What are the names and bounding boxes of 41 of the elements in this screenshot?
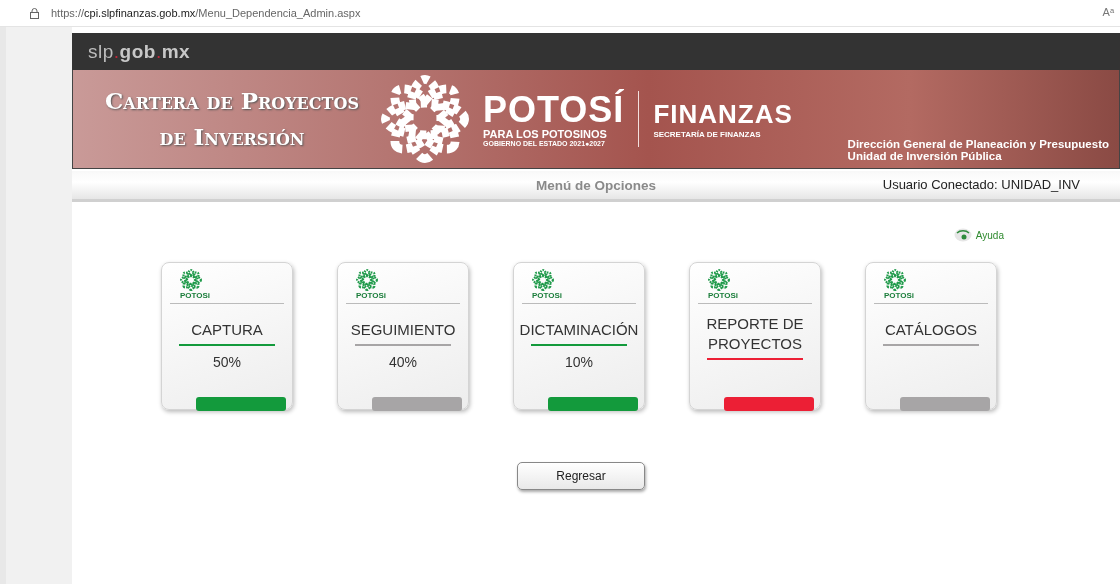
back-button[interactable]: Regresar [517, 462, 645, 490]
unit-name: Unidad de Inversión Pública [847, 150, 1003, 162]
menu-title: Menú de Opciones [536, 177, 656, 193]
card-label: DICTAMINACIÓN [518, 320, 640, 340]
site-logo-text: slp.gob.mx [88, 40, 191, 63]
menu-card[interactable]: POTOSi CATÁLOGOS [865, 262, 997, 410]
card-label: CATÁLOGOS [883, 320, 979, 340]
menu-card[interactable]: POTOSi CAPTURA 50% [161, 262, 293, 410]
menu-card[interactable]: POTOSi SEGUIMIENTO 40% [337, 262, 469, 410]
card-percent: 50% [213, 354, 241, 370]
flower-logo-icon [180, 269, 202, 291]
flower-logo-icon [356, 269, 378, 291]
address-url[interactable]: https://cpi.slpfinanzas.gob.mx/Menu_Dependencia_Admin.aspx [51, 7, 361, 19]
menu-card[interactable]: POTOSi REPORTE DE PROYECTOS [689, 262, 821, 410]
read-aloud-label[interactable]: Aᵃ [1102, 6, 1114, 18]
card-percent: 10% [565, 354, 593, 370]
agency-name: FINANZAS [653, 99, 793, 130]
connected-user: Usuario Conectado: UNIDAD_INV [882, 177, 1080, 192]
card-logo-text: POTOSi [884, 291, 915, 300]
help-icon [953, 228, 972, 242]
card-logo-text: POTOSi [708, 291, 739, 300]
flower-logo-icon [532, 269, 554, 291]
card-percent: 40% [389, 354, 417, 370]
card-logo-text: POTOSi [532, 291, 563, 300]
logo-tagline: PARA LOS POTOSINOS [483, 127, 608, 140]
agency-subtitle: SECRETARÍA DE FINANZAS [653, 130, 762, 139]
flower-emblem-icon [381, 75, 469, 163]
flower-logo-icon [884, 269, 906, 291]
card-label: CAPTURA [190, 320, 264, 340]
unit-name: Dirección General de Planeación y Presupuesto [847, 138, 1109, 150]
banner-title: Cartera de Proyectos [105, 86, 359, 116]
card-logo-text: POTOSi [356, 291, 387, 300]
lock-icon [30, 7, 39, 19]
flower-logo-icon [708, 269, 730, 291]
card-logo-text: POTOSi [180, 291, 211, 300]
card-label: REPORTE DE PROYECTOS [705, 314, 805, 354]
help-link[interactable]: Ayuda [953, 228, 1004, 242]
logo-word: POTOSÍ [483, 91, 625, 128]
banner-title: de Inversión [159, 122, 305, 152]
menu-card[interactable]: POTOSi DICTAMINACIÓN 10% [513, 262, 645, 410]
card-label: SEGUIMIENTO [349, 320, 457, 340]
